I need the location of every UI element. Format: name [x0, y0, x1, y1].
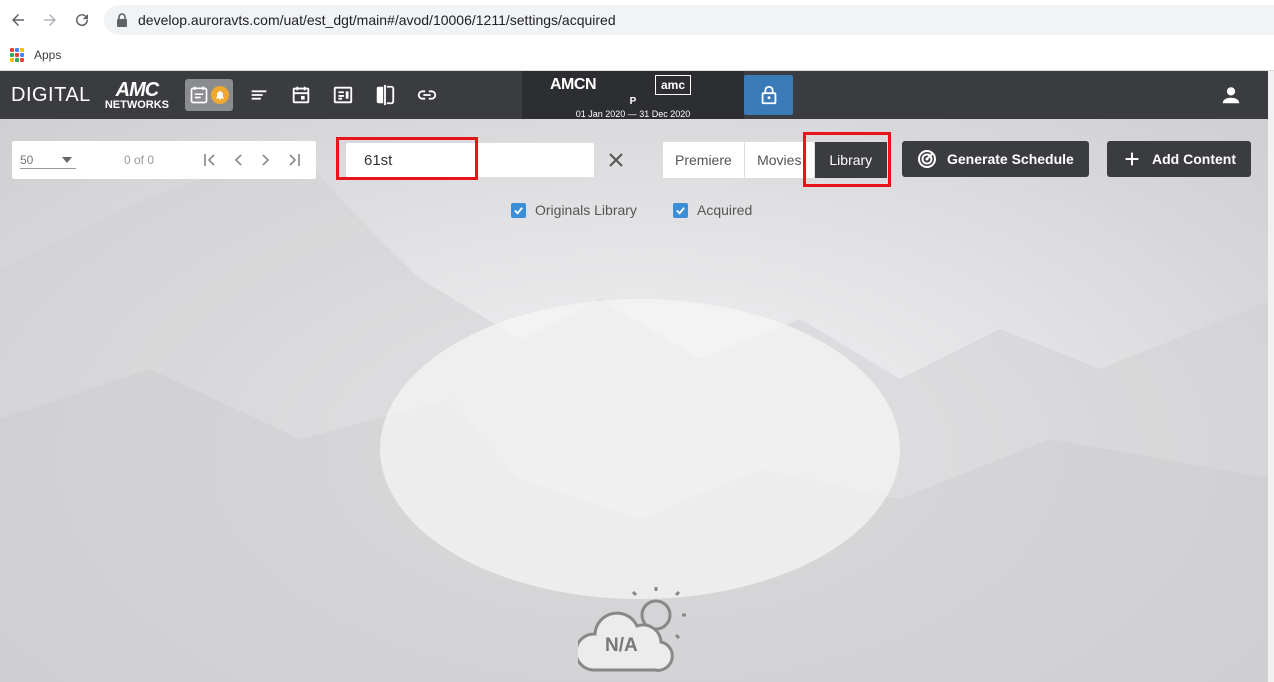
radar-icon	[917, 149, 937, 169]
plus-icon	[1122, 149, 1142, 169]
browser-toolbar: develop.auroravts.com/uat/est_dgt/main#/…	[0, 0, 1274, 40]
originals-filter[interactable]: Originals Library	[511, 202, 637, 218]
url-text: develop.auroravts.com/uat/est_dgt/main#/…	[138, 12, 616, 28]
channel-network: AMCN	[550, 76, 597, 93]
address-bar[interactable]: develop.auroravts.com/uat/est_dgt/main#/…	[104, 5, 1274, 35]
add-content-label: Add Content	[1152, 151, 1236, 167]
weather-cloud-icon	[578, 587, 686, 672]
list-icon[interactable]	[243, 79, 275, 111]
back-icon[interactable]	[2, 4, 34, 36]
bookmarks-bar: Apps	[0, 40, 1274, 71]
schedule-icon	[190, 86, 208, 104]
close-icon[interactable]	[606, 150, 626, 170]
acquired-filter[interactable]: Acquired	[673, 202, 752, 218]
calendar-icon[interactable]	[285, 79, 317, 111]
apps-bookmark[interactable]: Apps	[34, 48, 61, 62]
lock-button[interactable]	[744, 75, 793, 115]
page-size-value: 50	[20, 153, 34, 167]
generate-schedule-button[interactable]: Generate Schedule	[902, 141, 1089, 177]
forward-icon[interactable]	[34, 4, 66, 36]
checkbox-acquired[interactable]	[673, 202, 688, 218]
add-content-button[interactable]: Add Content	[1107, 141, 1251, 177]
acquired-label: Acquired	[697, 202, 753, 218]
scrollbar[interactable]	[1268, 71, 1274, 682]
apps-grid-icon[interactable]	[10, 48, 24, 62]
brand-digital: DIGITAL	[11, 83, 91, 106]
page-count: 0 of 0	[124, 153, 155, 167]
first-page-icon[interactable]	[200, 150, 220, 170]
logo-top: AMC	[115, 78, 160, 101]
reload-icon[interactable]	[66, 4, 98, 36]
amc-networks-logo: AMC NETWORKS	[105, 80, 169, 111]
lock-icon	[117, 13, 127, 27]
channel-plan: P	[629, 96, 637, 107]
logo-bottom: NETWORKS	[104, 98, 169, 111]
schedule-alert-button[interactable]	[184, 79, 233, 111]
tab-premiere[interactable]: Premiere	[663, 142, 745, 178]
prev-page-icon[interactable]	[228, 150, 248, 170]
channel-logo: amc	[655, 75, 691, 95]
user-icon[interactable]	[1216, 80, 1246, 110]
bell-icon	[210, 86, 229, 104]
pagination-bar: 50 0 of 0	[12, 141, 316, 179]
compare-icon[interactable]	[369, 79, 401, 111]
originals-label: Originals Library	[535, 202, 637, 218]
generate-schedule-label: Generate Schedule	[947, 151, 1074, 167]
next-page-icon[interactable]	[256, 150, 276, 170]
main-content: 50 0 of 0 Premiere Movies Library Gener	[0, 119, 1274, 682]
empty-state-label: N/A	[605, 635, 638, 656]
link-icon[interactable]	[411, 79, 443, 111]
unlock-icon	[761, 85, 776, 105]
last-page-icon[interactable]	[284, 150, 304, 170]
checkbox-originals[interactable]	[511, 202, 526, 218]
library-highlight	[803, 132, 891, 187]
page-size-select[interactable]: 50	[20, 153, 76, 169]
report-icon[interactable]	[327, 79, 359, 111]
channel-dates: 01 Jan 2020 — 31 Dec 2020	[575, 109, 691, 119]
search-highlight	[336, 137, 478, 180]
chevron-down-icon	[62, 157, 72, 163]
